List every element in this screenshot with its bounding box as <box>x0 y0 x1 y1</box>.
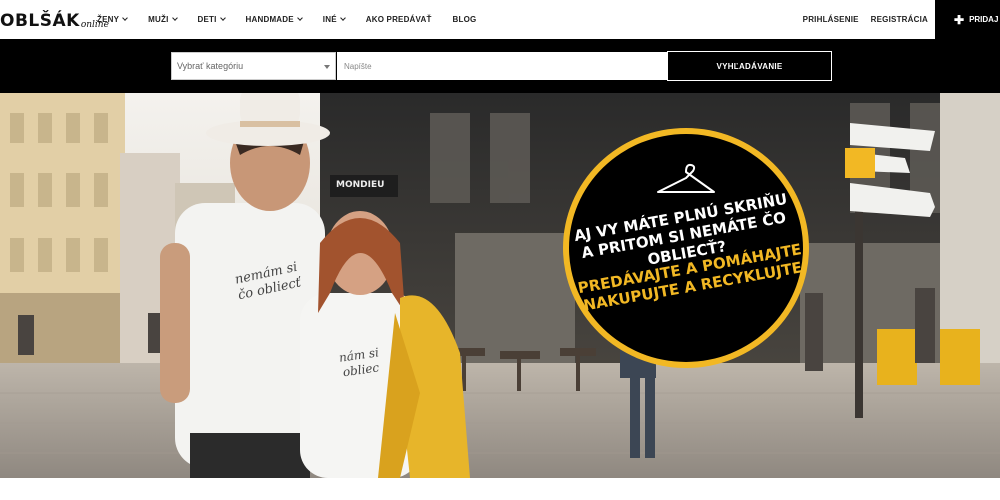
chevron-down-icon <box>296 15 303 21</box>
search-bar: Vybrať kategóriu VYHĽADÁVANIE <box>0 39 1000 93</box>
search-button[interactable]: VYHĽADÁVANIE <box>667 51 832 81</box>
nav-item-muzi[interactable]: MUŽI <box>148 15 178 24</box>
nav-item-handmade[interactable]: HANDMADE <box>245 15 303 24</box>
search-input[interactable] <box>337 52 667 80</box>
promo-badge-text: AJ VY MÁTE PLNÚ SKRIŇU A PRITOM SI NEMÁT… <box>551 115 821 380</box>
nav-item-label: INÉ <box>322 15 337 24</box>
chevron-down-icon <box>122 15 128 21</box>
caret-down-icon <box>324 65 330 69</box>
nav-item-label: AKO PREDÁVAŤ <box>365 15 432 24</box>
shop-sign: MONDIEU <box>336 180 385 190</box>
nav-item-label: ŽENY <box>97 15 120 24</box>
hero-banner: nemám si čo obliecť nám si obliec MONDIE… <box>0 93 1000 478</box>
logo-wordmark: OBLŠÁK <box>0 11 80 31</box>
nav-item-blog[interactable]: BLOG <box>453 15 477 24</box>
register-link[interactable]: REGISTRÁCIA <box>871 15 928 24</box>
promo-badge: AJ VY MÁTE PLNÚ SKRIŇU A PRITOM SI NEMÁT… <box>563 128 809 368</box>
nav-item-ine[interactable]: INÉ <box>322 15 346 24</box>
add-listing-label: PRIDAJ I <box>969 15 1000 24</box>
site-logo[interactable]: OBLŠÁK online <box>0 6 109 32</box>
plus-icon: ✚ <box>954 12 965 27</box>
login-link[interactable]: PRIHLÁSENIE <box>803 15 859 24</box>
chevron-down-icon <box>219 15 226 21</box>
nav-item-label: BLOG <box>452 15 477 24</box>
nav-item-ako-predavat[interactable]: AKO PREDÁVAŤ <box>366 15 432 24</box>
main-menu: ŽENY MUŽI DETI HANDMADE INÉ AKO PREDÁVAŤ… <box>97 0 497 39</box>
chevron-down-icon <box>171 15 178 21</box>
nav-item-label: DETI <box>197 15 217 24</box>
category-select-value: Vybrať kategóriu <box>177 61 244 71</box>
page-content-start <box>0 478 1000 500</box>
hero-photo <box>0 93 1000 478</box>
account-links: PRIHLÁSENIE REGISTRÁCIA <box>791 0 928 39</box>
nav-item-zeny[interactable]: ŽENY <box>97 15 128 24</box>
nav-item-label: MUŽI <box>148 15 169 24</box>
top-navigation: OBLŠÁK online ŽENY MUŽI DETI HANDMADE IN… <box>0 0 1000 39</box>
nav-item-label: HANDMADE <box>245 15 294 24</box>
add-listing-button[interactable]: ✚ PRIDAJ I <box>935 0 1000 39</box>
chevron-down-icon <box>339 15 346 21</box>
category-select[interactable]: Vybrať kategóriu <box>171 52 336 80</box>
nav-item-deti[interactable]: DETI <box>197 15 226 24</box>
